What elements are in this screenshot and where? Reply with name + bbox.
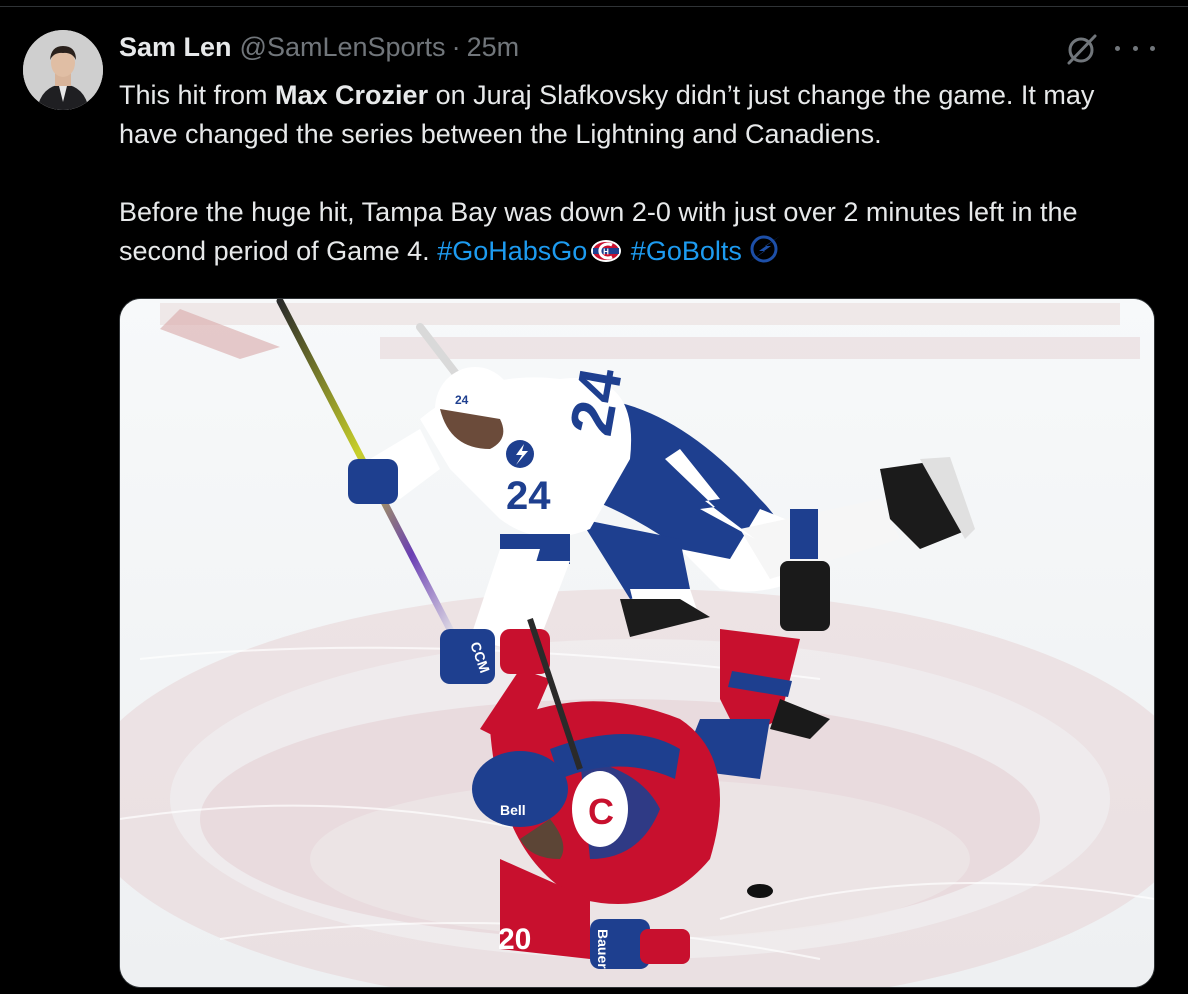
helmet-sponsor: Bell	[500, 802, 526, 818]
hockey-hit-photo: 24 24 24 CCM C Bell 20 Bauer	[120, 299, 1154, 987]
jersey-number-24: 24	[506, 474, 551, 518]
tweet-photo[interactable]: 24 24 24 CCM C Bell 20 Bauer	[119, 298, 1155, 988]
stick-brand: Bauer	[595, 929, 611, 969]
hashtag-gohabsgo[interactable]: #GoHabsGo	[437, 236, 587, 266]
bolts-logo-icon	[744, 234, 784, 275]
timestamp[interactable]: 25m	[467, 32, 520, 63]
separator-dot: ·	[451, 32, 461, 62]
top-divider	[0, 0, 1188, 7]
grok-icon[interactable]	[1063, 32, 1099, 68]
svg-text:H: H	[603, 248, 609, 257]
tweet-text: This hit from Max Crozier on Juraj Slafk…	[119, 76, 1159, 275]
text-segment: This hit from	[119, 80, 276, 110]
helmet-number: 24	[455, 393, 469, 407]
author-handle[interactable]: @SamLenSports	[240, 32, 446, 63]
more-dot	[1132, 45, 1138, 51]
tweet-paragraph-1: This hit from Max Crozier on Juraj Slafk…	[119, 76, 1159, 154]
bold-name: Max Crozier	[275, 80, 429, 110]
jersey-number-20: 20	[498, 923, 531, 956]
svg-text:C: C	[588, 791, 614, 832]
avatar-image	[23, 30, 103, 110]
more-dot	[1150, 45, 1155, 51]
more-icon[interactable]	[1115, 36, 1155, 60]
jersey-back-number: 24	[557, 362, 635, 440]
habs-logo-icon: H	[589, 236, 623, 275]
hashtag-gobolts[interactable]: #GoBolts	[631, 236, 742, 266]
tweet-paragraph-2: Before the huge hit, Tampa Bay was down …	[119, 193, 1159, 275]
author-name[interactable]: Sam Len	[119, 32, 232, 63]
tweet-header: Sam Len @SamLenSports · 25m	[119, 32, 519, 66]
avatar[interactable]	[23, 30, 103, 110]
more-dot	[1115, 45, 1120, 51]
